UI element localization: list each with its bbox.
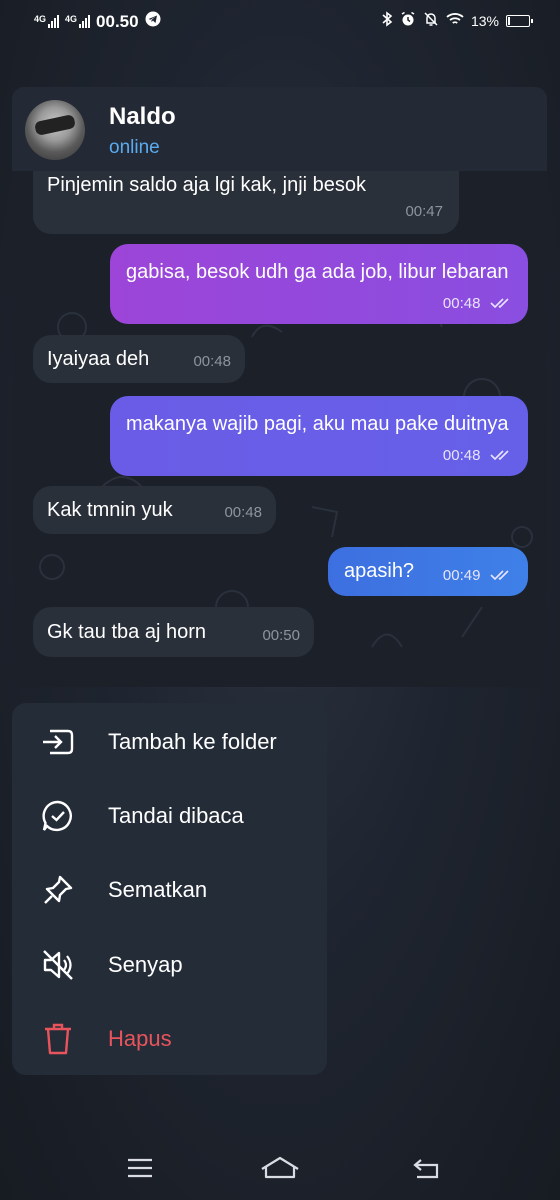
menu-item-delete[interactable]: Hapus: [12, 1002, 327, 1076]
mute-icon: [423, 11, 439, 30]
contact-name: Naldo: [109, 103, 176, 130]
double-check-icon: [490, 570, 509, 580]
message-text: apasih?: [344, 560, 415, 582]
status-right: 13%: [381, 11, 533, 30]
navigation-bar: [0, 1140, 560, 1200]
telegram-icon: [145, 11, 161, 32]
signal-icon-2: 4G: [65, 14, 91, 28]
back-icon[interactable]: [406, 1152, 446, 1184]
clock: 00.50: [96, 11, 139, 31]
home-icon[interactable]: [260, 1152, 300, 1184]
pin-icon: [40, 872, 76, 908]
menu-item-add-to-folder[interactable]: Tambah ke folder: [12, 705, 327, 779]
chat-preview[interactable]: Naldo online Pinjemin saldo aja lgi kak,…: [12, 87, 547, 687]
menu-item-label: Tandai dibaca: [108, 803, 244, 828]
menu-item-mute[interactable]: Senyap: [12, 928, 327, 1002]
message-text: Pinjemin saldo aja lgi kak, jnji besok: [47, 174, 367, 196]
signal-icon-1: 4G: [34, 14, 60, 28]
chat-check-icon: [40, 798, 76, 834]
alarm-icon: [400, 11, 416, 30]
avatar[interactable]: [25, 100, 85, 160]
contact-status: online: [109, 137, 160, 158]
network-type-1: 4G: [34, 14, 47, 24]
folder-add-icon: [40, 724, 76, 760]
context-menu: Tambah ke folder Tandai dibaca Sematkan …: [12, 703, 327, 1075]
message-bubble-outgoing[interactable]: makanya wajib pagi, aku mau pake duitnya…: [110, 396, 528, 476]
message-text: Iyaiyaa deh: [47, 348, 150, 370]
trash-icon: [40, 1021, 76, 1057]
menu-item-pin[interactable]: Sematkan: [12, 853, 327, 927]
message-meta: 00:48: [443, 288, 514, 318]
double-check-icon: [490, 298, 509, 308]
message-time: 00:48: [442, 447, 481, 464]
message-time: 00:50: [262, 627, 300, 644]
bluetooth-icon: [381, 11, 393, 30]
message-time: 00:48: [193, 353, 231, 370]
menu-item-mark-read[interactable]: Tandai dibaca: [12, 779, 327, 853]
message-time: 00:48: [442, 295, 481, 312]
battery-percent: 13%: [470, 12, 499, 29]
message-text: gabisa, besok udh ga ada job, libur leba…: [126, 261, 509, 283]
message-meta: 00:48: [443, 440, 514, 470]
battery-icon: [506, 14, 533, 27]
message-bubble-outgoing[interactable]: gabisa, besok udh ga ada job, libur leba…: [110, 244, 528, 324]
message-bubble-incoming[interactable]: Gk tau tba aj horn 00:50: [33, 607, 314, 657]
message-meta: 00:49: [443, 560, 514, 590]
network-type-2: 4G: [65, 14, 78, 24]
message-bubble-incoming[interactable]: Kak tmnin yuk 00:48: [33, 486, 276, 534]
message-text: Gk tau tba aj horn: [47, 621, 206, 643]
wifi-icon: [446, 12, 464, 29]
menu-icon[interactable]: [120, 1152, 160, 1184]
mute-speaker-icon: [40, 947, 76, 983]
message-time: 00:47: [405, 203, 443, 220]
message-time: 00:48: [224, 504, 262, 521]
message-bubble-incoming[interactable]: Iyaiyaa deh 00:48: [33, 335, 245, 383]
status-bar: 4G 4G 00.50 13%: [0, 0, 560, 44]
menu-item-label: Tambah ke folder: [108, 729, 277, 754]
message-bubble-outgoing[interactable]: apasih? 00:49: [328, 547, 528, 596]
menu-item-label: Senyap: [108, 952, 183, 977]
chat-header[interactable]: Naldo online: [12, 87, 547, 171]
message-text: makanya wajib pagi, aku mau pake duitnya: [126, 413, 509, 435]
double-check-icon: [490, 450, 509, 460]
menu-item-label: Hapus: [108, 1026, 172, 1051]
status-left: 4G 4G 00.50: [34, 11, 161, 32]
menu-item-label: Sematkan: [108, 877, 208, 902]
message-time: 00:49: [442, 567, 481, 584]
message-text: Kak tmnin yuk: [47, 499, 173, 521]
